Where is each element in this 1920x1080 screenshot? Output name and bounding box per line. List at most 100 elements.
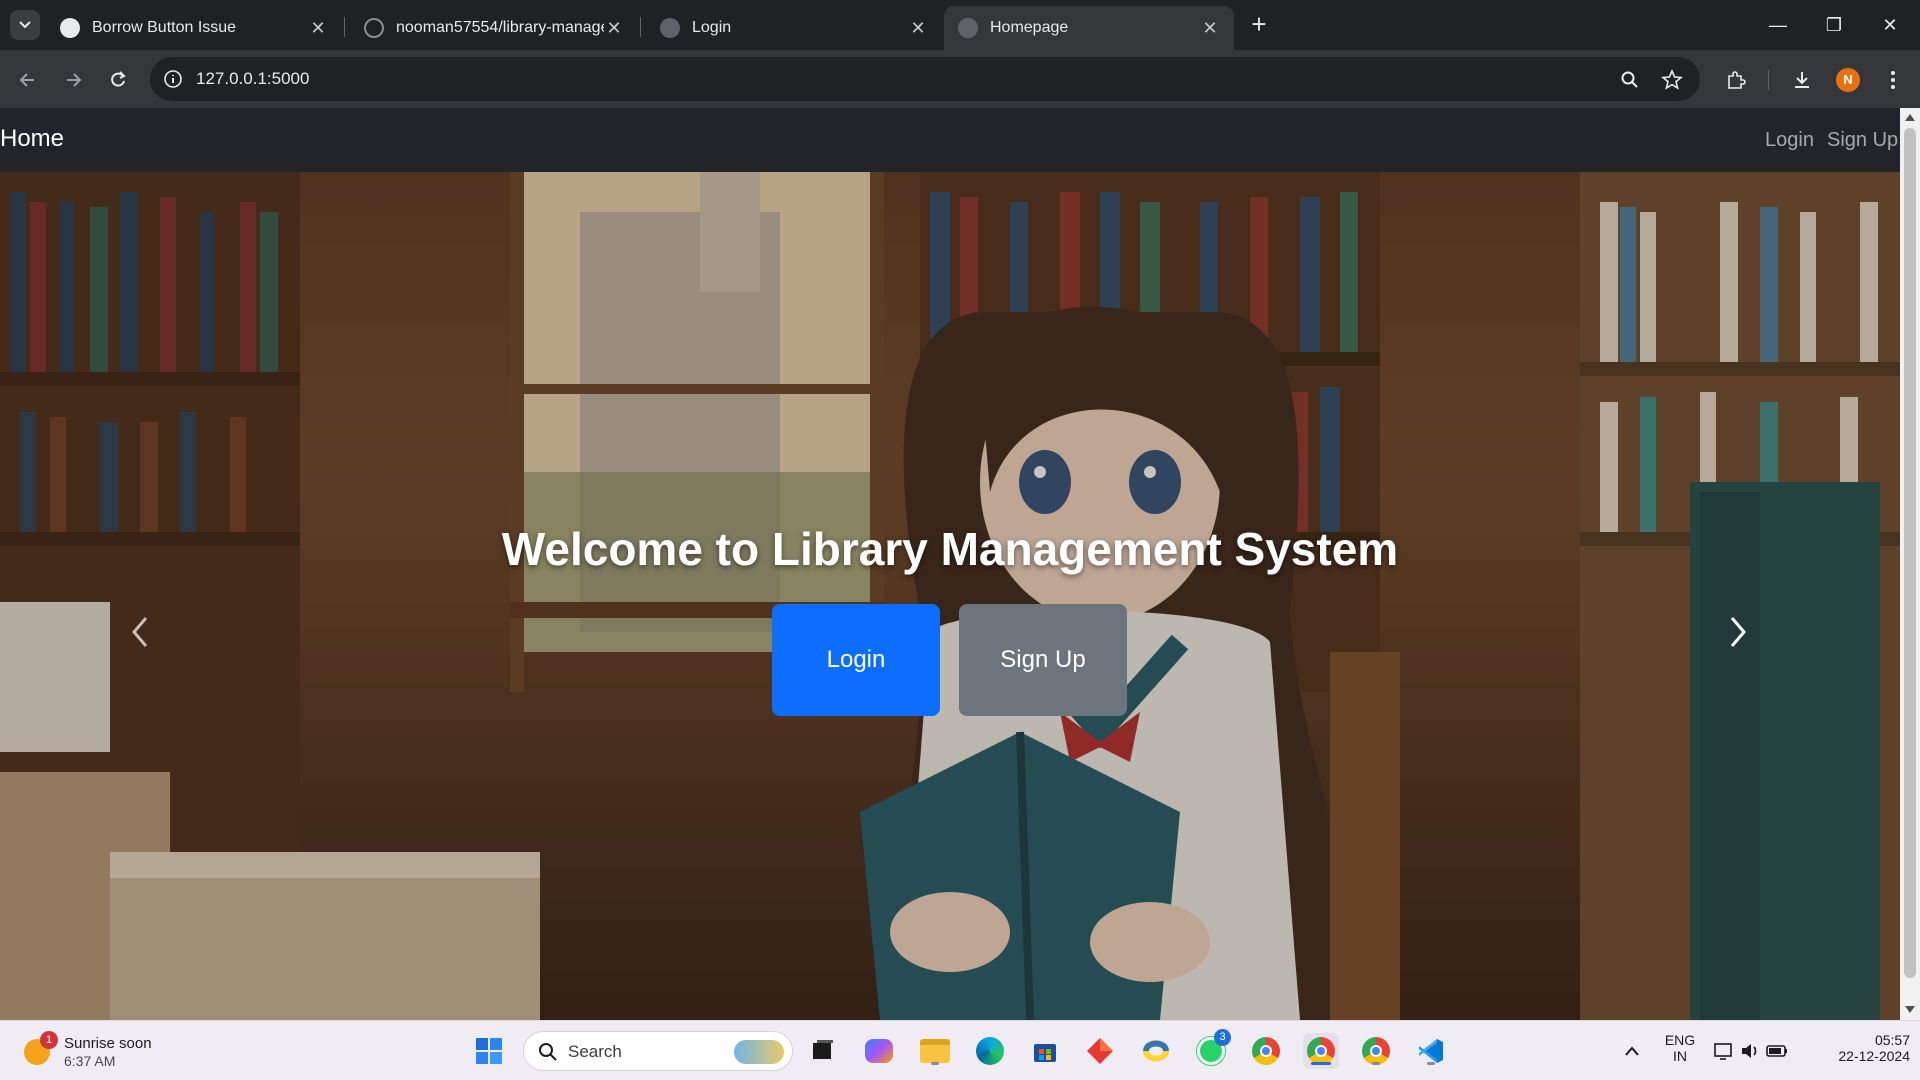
back-button[interactable] (15, 67, 41, 93)
navbar-brand[interactable]: Home (0, 125, 64, 153)
edge-icon (976, 1037, 1004, 1065)
zoom-icon (1621, 71, 1638, 88)
copilot-icon (865, 1039, 893, 1063)
close-icon[interactable]: ✕ (908, 18, 928, 39)
chrome-profile-button-active[interactable] (1303, 1033, 1339, 1069)
system-tray-status[interactable] (1709, 1033, 1793, 1069)
browser-toolbar: 127.0.0.1:5000 N (0, 50, 1920, 108)
close-icon[interactable]: ✕ (604, 18, 624, 39)
tab-title: Login (692, 19, 732, 36)
page-scrollbar[interactable] (1900, 108, 1920, 1020)
close-icon[interactable]: ✕ (1200, 18, 1220, 39)
site-info-icon[interactable] (162, 68, 184, 90)
tab-title: nooman57554/library-management (396, 19, 604, 36)
tab-login[interactable]: Login ✕ (646, 6, 942, 50)
new-tab-button[interactable]: + (1244, 10, 1274, 40)
store-button[interactable] (1027, 1033, 1063, 1069)
close-icon[interactable]: ✕ (308, 18, 328, 39)
carousel-next-button[interactable] (1708, 602, 1768, 662)
globe-icon (958, 18, 978, 38)
windows-taskbar: 1 Sunrise soon 6:37 AM Search 3 ENG IN 0… (0, 1020, 1920, 1080)
search-icon (539, 1043, 557, 1061)
chrome-profile-icon (1362, 1037, 1390, 1065)
hero-signup-button[interactable]: Sign Up (959, 604, 1127, 716)
weather-time: 6:37 AM (64, 1053, 116, 1069)
tab-strip: Borrow Button Issue ✕ nooman57554/librar… (0, 0, 1920, 50)
hero-background-image (0, 172, 1900, 1020)
vscode-button[interactable] (1413, 1033, 1449, 1069)
clock[interactable]: 05:57 22-12-2024 (1810, 1032, 1910, 1064)
globe-icon (660, 18, 680, 38)
scroll-down-arrow-icon[interactable] (1905, 1006, 1915, 1013)
taskbar-search-placeholder: Search (568, 1042, 622, 1061)
arrow-right-icon (67, 73, 82, 87)
carousel-prev-button[interactable] (110, 602, 170, 662)
bookmark-button[interactable] (1659, 67, 1685, 93)
puzzle-icon (1728, 71, 1746, 89)
hero-login-button[interactable]: Login (772, 604, 940, 716)
weather-title: Sunrise soon (64, 1035, 152, 1052)
menu-button[interactable] (1880, 67, 1906, 93)
tab-divider (344, 17, 345, 37)
python-icon (1143, 1040, 1169, 1062)
tab-github-repo[interactable]: nooman57554/library-management ✕ (350, 6, 638, 50)
file-explorer-button[interactable] (917, 1033, 953, 1069)
search-highlight-icon (734, 1040, 784, 1064)
tab-homepage[interactable]: Homepage ✕ (944, 6, 1234, 50)
language-indicator[interactable]: ENG IN (1658, 1032, 1702, 1064)
windows-logo-icon (476, 1038, 502, 1064)
app-red-diamond-button[interactable] (1082, 1033, 1118, 1069)
nav-link-login[interactable]: Login (1765, 129, 1814, 152)
scroll-up-arrow-icon[interactable] (1905, 114, 1915, 121)
close-window-button[interactable]: ✕ (1870, 10, 1910, 40)
show-hidden-icons-button[interactable] (1614, 1033, 1650, 1069)
task-view-button[interactable] (805, 1033, 841, 1069)
scrollbar-thumb[interactable] (1904, 128, 1916, 978)
whatsapp-button[interactable]: 3 (1193, 1029, 1231, 1069)
page-viewport: Home Login Sign Up Welcome to Library Ma… (0, 108, 1900, 1020)
chevron-down-icon (19, 21, 31, 29)
zoom-button[interactable] (1617, 67, 1643, 93)
star-icon (1661, 69, 1683, 90)
start-button[interactable] (471, 1033, 507, 1069)
taskbar-search[interactable]: Search (523, 1031, 793, 1071)
tab-search-button[interactable] (10, 10, 40, 40)
volume-icon (1742, 1044, 1757, 1058)
clock-date: 22-12-2024 (1838, 1048, 1910, 1064)
copilot-button[interactable] (861, 1033, 897, 1069)
tab-title: Homepage (990, 19, 1069, 36)
active-indicator (1311, 1062, 1331, 1065)
restore-button[interactable]: ❐ (1814, 10, 1854, 40)
site-navbar: Home Login Sign Up (0, 108, 1900, 172)
diamond-app-icon (1087, 1038, 1113, 1064)
forward-button[interactable] (60, 67, 86, 93)
weather-widget[interactable]: 1 Sunrise soon 6:37 AM (20, 1029, 170, 1073)
nav-link-signup[interactable]: Sign Up (1827, 129, 1898, 152)
chevron-right-icon (1730, 617, 1746, 647)
tab-divider (640, 17, 641, 37)
downloads-button[interactable] (1789, 67, 1815, 93)
minimize-button[interactable]: — (1758, 10, 1798, 40)
hero-carousel: Welcome to Library Management System Log… (0, 172, 1900, 1020)
reload-button[interactable] (105, 67, 131, 93)
arrow-left-icon (19, 73, 34, 87)
tab-borrow-button-issue[interactable]: Borrow Button Issue ✕ (46, 6, 342, 50)
github-icon (364, 18, 384, 38)
language-code: ENG (1664, 1032, 1696, 1048)
chrome-profile-button[interactable] (1358, 1033, 1394, 1069)
running-indicator (1372, 1062, 1380, 1065)
chrome-profile-icon (1307, 1037, 1335, 1065)
download-icon (1795, 72, 1809, 88)
vscode-icon (1419, 1039, 1443, 1063)
clock-time: 05:57 (1874, 1032, 1910, 1048)
chrome-icon (1252, 1037, 1280, 1065)
address-bar[interactable]: 127.0.0.1:5000 (150, 57, 1700, 101)
extensions-button[interactable] (1723, 67, 1749, 93)
edge-button[interactable] (972, 1033, 1008, 1069)
profile-avatar[interactable]: N (1836, 68, 1860, 92)
python-button[interactable] (1138, 1033, 1174, 1069)
chrome-button[interactable] (1248, 1033, 1284, 1069)
toolbar-divider (1768, 70, 1769, 90)
running-indicator (1427, 1062, 1435, 1065)
kebab-menu-icon (1891, 71, 1895, 89)
